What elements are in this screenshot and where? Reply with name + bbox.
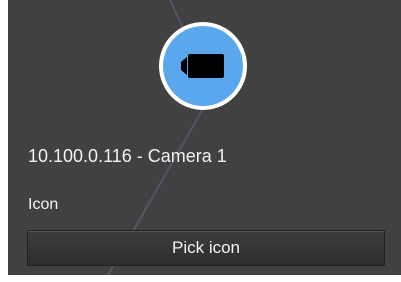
device-name: 10.100.0.116 - Camera 1 bbox=[28, 146, 227, 166]
device-properties-panel: 10.100.0.116 - Camera 1 Icon Pick icon bbox=[8, 0, 401, 275]
video-camera-icon bbox=[181, 54, 224, 78]
map-line bbox=[169, 0, 185, 31]
pick-icon-button[interactable]: Pick icon bbox=[27, 230, 385, 266]
icon-label: Icon bbox=[28, 196, 59, 213]
camera-marker[interactable] bbox=[163, 26, 243, 106]
